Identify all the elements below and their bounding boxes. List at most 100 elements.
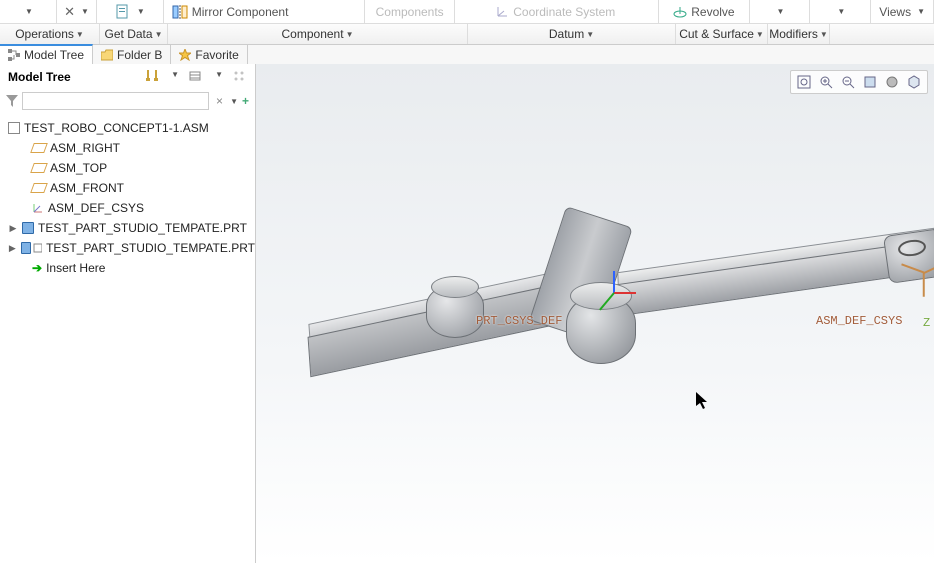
tab-favorite[interactable]: Favorite xyxy=(171,45,247,64)
revolve-button[interactable]: Revolve xyxy=(659,0,749,23)
components-label: Components xyxy=(376,5,444,19)
tree-root[interactable]: TEST_ROBO_CONCEPT1-1.ASM xyxy=(0,118,255,138)
saved-views-button[interactable] xyxy=(906,74,922,90)
ribbon-empty2[interactable]: ▼ xyxy=(810,0,871,23)
tab-folder-label: Folder B xyxy=(117,48,162,62)
zoom-fit-button[interactable] xyxy=(796,74,812,90)
tree-item-insert[interactable]: ➔ Insert Here xyxy=(0,258,255,278)
filter-icon[interactable] xyxy=(6,95,18,107)
tree-icon xyxy=(8,49,20,61)
tree-item-label: Insert Here xyxy=(46,261,105,275)
axis-z-label: Z xyxy=(923,316,930,330)
tree-item-label: ASM_RIGHT xyxy=(50,141,120,155)
csys-icon xyxy=(495,5,509,19)
shading-button[interactable] xyxy=(884,74,900,90)
tab-model-tree-label: Model Tree xyxy=(24,48,84,62)
tree-root-label: TEST_ROBO_CONCEPT1-1.ASM xyxy=(24,121,209,135)
model-geometry: PRT_CSYS_DEF ASM_DEF_CSYS Z xyxy=(296,184,934,444)
tree-item-label: ASM_TOP xyxy=(50,161,107,175)
model-tree: TEST_ROBO_CONCEPT1-1.ASM ASM_RIGHT ASM_T… xyxy=(0,116,255,563)
group-cut-surface[interactable]: Cut & Surface▼ xyxy=(676,24,768,44)
folder-icon xyxy=(101,49,113,61)
modifiers-label: Modifiers xyxy=(769,27,818,41)
group-operations[interactable]: Operations▼ xyxy=(0,24,100,44)
ribbon-upper-row: ▼ ✕▼ ▼ Mirror Component Components Coord… xyxy=(0,0,934,24)
components-button[interactable]: Components xyxy=(365,0,455,23)
part-icon xyxy=(22,222,34,234)
get-data-label: Get Data xyxy=(105,27,153,41)
expand-toggle[interactable]: ▶ xyxy=(8,223,18,234)
csys-label-right: ASM_DEF_CSYS xyxy=(816,314,902,328)
tab-model-tree[interactable]: Model Tree xyxy=(0,44,93,64)
insert-here-icon: ➔ xyxy=(32,261,42,275)
coordinate-system-label: Coordinate System xyxy=(513,5,615,19)
revolve-label: Revolve xyxy=(691,5,734,19)
settings-icon[interactable] xyxy=(233,70,247,84)
group-modifiers[interactable]: Modifiers▼ xyxy=(768,24,830,44)
panel-tabs: Model Tree Folder B Favorite xyxy=(0,45,934,65)
ribbon-group-labels: Operations▼ Get Data▼ Component▼ Datum▼ … xyxy=(0,24,934,44)
tab-folder[interactable]: Folder B xyxy=(93,45,171,64)
tree-item-plane[interactable]: ASM_FRONT xyxy=(0,178,255,198)
datum-plane-icon xyxy=(30,143,48,153)
tree-item-label: TEST_PART_STUDIO_TEMPATE.PRT xyxy=(46,241,255,255)
datum-plane-icon xyxy=(30,163,48,173)
view-toolbar xyxy=(790,70,928,94)
group-get-data[interactable]: Get Data▼ xyxy=(100,24,168,44)
assembly-icon xyxy=(8,122,20,134)
tree-item-part[interactable]: ▶ TEST_PART_STUDIO_TEMPATE.PRT xyxy=(0,238,255,258)
operations-label: Operations xyxy=(15,27,74,41)
tree-item-part[interactable]: ▶ TEST_PART_STUDIO_TEMPATE.PRT xyxy=(0,218,255,238)
cut-surface-label: Cut & Surface xyxy=(679,27,754,41)
right-csys-marker xyxy=(906,254,934,294)
model-tree-header: Model Tree ▼ ▼ xyxy=(0,64,255,90)
tab-favorite-label: Favorite xyxy=(195,48,238,62)
model-tree-panel: Model Tree ▼ ▼ × ▼ + TEST_ROBO_CONCEPT1-… xyxy=(0,64,256,563)
views-button[interactable]: Views▼ xyxy=(871,0,934,23)
mirror-component-button[interactable]: Mirror Component xyxy=(164,0,365,23)
revolve-icon xyxy=(673,5,687,19)
filter-row: × ▼ + xyxy=(0,90,255,116)
repaint-button[interactable] xyxy=(862,74,878,90)
component-label: Component xyxy=(282,27,344,41)
tree-item-label: TEST_PART_STUDIO_TEMPATE.PRT xyxy=(38,221,247,235)
zoom-in-button[interactable] xyxy=(818,74,834,90)
ribbon-empty[interactable]: ▼ xyxy=(750,0,811,23)
mouse-cursor-icon xyxy=(696,392,710,410)
ribbon-placeholder[interactable]: ▼ xyxy=(0,0,57,23)
filter-dropdown[interactable]: ▼ xyxy=(230,97,238,106)
datum-plane-icon xyxy=(30,183,48,193)
add-filter-button[interactable]: + xyxy=(242,94,249,108)
tree-item-plane[interactable]: ASM_RIGHT xyxy=(0,138,255,158)
part-icon xyxy=(21,242,32,254)
group-component[interactable]: Component▼ xyxy=(168,24,468,44)
zoom-out-button[interactable] xyxy=(840,74,856,90)
ribbon-getdata-icon[interactable]: ▼ xyxy=(97,0,164,23)
center-csys-marker xyxy=(596,274,636,314)
mirror-icon xyxy=(172,5,188,19)
tree-item-plane[interactable]: ASM_TOP xyxy=(0,158,255,178)
group-blank xyxy=(830,24,934,44)
close-button[interactable]: ✕▼ xyxy=(57,0,97,23)
graphics-canvas[interactable]: PRT_CSYS_DEF ASM_DEF_CSYS Z xyxy=(256,64,934,563)
csys-label-left: PRT_CSYS_DEF xyxy=(476,314,562,328)
tools-icon[interactable] xyxy=(145,70,159,84)
ribbon: ▼ ✕▼ ▼ Mirror Component Components Coord… xyxy=(0,0,934,45)
star-icon xyxy=(179,49,191,61)
views-label: Views xyxy=(879,5,911,19)
filter-input[interactable] xyxy=(22,92,209,110)
datum-label: Datum xyxy=(549,27,584,41)
placed-icon xyxy=(33,243,42,253)
coordinate-system-button[interactable]: Coordinate System xyxy=(455,0,659,23)
tree-item-label: ASM_FRONT xyxy=(50,181,124,195)
tree-item-label: ASM_DEF_CSYS xyxy=(48,201,144,215)
csys-icon xyxy=(32,202,44,214)
show-icon[interactable] xyxy=(189,70,203,84)
group-datum[interactable]: Datum▼ xyxy=(468,24,676,44)
clear-filter-button[interactable]: × xyxy=(213,94,226,108)
document-icon xyxy=(115,4,131,20)
expand-toggle[interactable]: ▶ xyxy=(8,243,17,254)
model-tree-title: Model Tree xyxy=(8,70,71,84)
tree-item-csys[interactable]: ASM_DEF_CSYS xyxy=(0,198,255,218)
mirror-component-label: Mirror Component xyxy=(192,5,289,19)
